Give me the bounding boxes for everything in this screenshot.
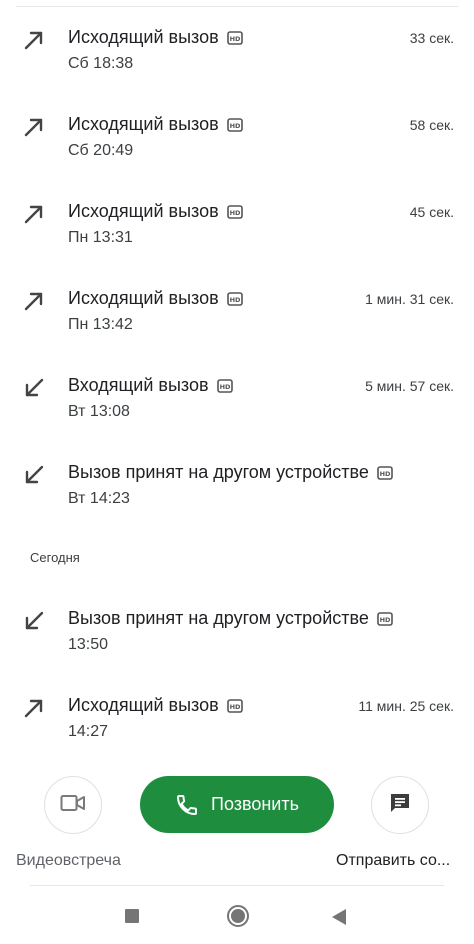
- call-title-row: Вызов принят на другом устройстве HD: [68, 608, 393, 629]
- call-title-row: Входящий вызов HD: [68, 375, 233, 396]
- hd-icon: HD: [226, 698, 243, 713]
- call-time: Пн 13:42: [68, 316, 133, 333]
- call-title: Входящий вызов: [68, 375, 209, 395]
- call-duration: 33 сек.: [409, 30, 454, 46]
- hd-icon: HD: [226, 117, 243, 132]
- call-item[interactable]: Исходящий вызов HD Пн 13:42 1 мин. 31 сек.: [0, 261, 474, 341]
- arrow-up-right-icon: [22, 202, 46, 226]
- call-title: Исходящий вызов: [68, 27, 219, 47]
- back-triangle-icon[interactable]: [332, 909, 346, 925]
- send-message-button[interactable]: [371, 776, 429, 834]
- arrow-up-right-icon: [22, 289, 46, 313]
- home-circle-icon[interactable]: [227, 905, 249, 927]
- call-button[interactable]: Позвонить: [140, 776, 334, 833]
- call-title: Вызов принят на другом устройстве: [68, 462, 369, 482]
- call-title-row: Исходящий вызов HD: [68, 288, 243, 309]
- video-call-button[interactable]: [44, 776, 102, 834]
- hd-icon: HD: [377, 611, 393, 626]
- call-title-row: Исходящий вызов HD: [68, 695, 243, 716]
- arrow-down-left-icon: [22, 376, 46, 400]
- call-title: Исходящий вызов: [68, 114, 219, 134]
- call-time: Сб 20:49: [68, 142, 134, 159]
- svg-text:HD: HD: [229, 703, 240, 711]
- recents-square-icon[interactable]: [125, 909, 139, 923]
- call-title-row: Исходящий вызов HD: [68, 201, 243, 222]
- phone-icon: [175, 793, 199, 817]
- call-time: 13:50: [68, 636, 109, 653]
- call-title-row: Вызов принят на другом устройстве HD: [68, 462, 393, 483]
- call-duration: 5 мин. 57 сек.: [365, 378, 454, 394]
- call-item[interactable]: Исходящий вызов HD Сб 20:49 58 сек.: [0, 87, 474, 167]
- call-time: Сб 18:38: [68, 55, 134, 72]
- call-duration: 11 мин. 25 сек.: [358, 698, 454, 714]
- hd-icon: HD: [216, 378, 233, 393]
- svg-text:HD: HD: [379, 616, 390, 624]
- call-time: 14:27: [68, 723, 109, 740]
- arrow-up-right-icon: [22, 28, 46, 52]
- call-title: Исходящий вызов: [68, 695, 219, 715]
- call-time: Вт 13:08: [68, 403, 130, 420]
- videocam-icon: [60, 794, 86, 817]
- arrow-up-right-icon: [22, 696, 46, 720]
- arrow-up-right-icon: [22, 115, 46, 139]
- call-item[interactable]: Исходящий вызов HD 14:27 11 мин. 25 сек.: [0, 668, 474, 748]
- hd-icon: HD: [226, 30, 243, 45]
- system-navigation-bar: [0, 890, 474, 944]
- arrow-down-left-icon: [22, 463, 46, 487]
- message-icon: [388, 791, 412, 820]
- hd-icon: HD: [377, 465, 393, 480]
- bottom-divider: [30, 885, 444, 886]
- call-button-label: Позвонить: [211, 794, 299, 814]
- call-time: Пн 13:31: [68, 229, 133, 246]
- svg-text:HD: HD: [219, 383, 230, 391]
- svg-text:HD: HD: [229, 296, 240, 304]
- video-call-label[interactable]: Видеовстреча: [16, 852, 121, 870]
- call-item[interactable]: Вызов принят на другом устройстве HD Вт 14…: [0, 435, 474, 515]
- svg-text:HD: HD: [229, 122, 240, 130]
- call-item[interactable]: Исходящий вызов HD Сб 18:38 33 сек.: [0, 0, 474, 80]
- call-time: Вт 14:23: [68, 490, 130, 507]
- call-item[interactable]: Исходящий вызов HD Пн 13:31 45 сек.: [0, 174, 474, 254]
- call-duration: 45 сек.: [409, 204, 454, 220]
- send-message-label[interactable]: Отправить со...: [336, 852, 466, 870]
- arrow-down-left-icon: [22, 609, 46, 633]
- call-duration: 1 мин. 31 сек.: [365, 291, 454, 307]
- svg-text:HD: HD: [379, 470, 390, 478]
- call-title: Исходящий вызов: [68, 201, 219, 221]
- section-header-today: Сегодня: [30, 550, 80, 565]
- call-item[interactable]: Входящий вызов HD Вт 13:08 5 мин. 57 сек.: [0, 348, 474, 428]
- call-title: Исходящий вызов: [68, 288, 219, 308]
- call-item[interactable]: Вызов принят на другом устройстве HD 13:50: [0, 581, 474, 661]
- call-duration: 58 сек.: [409, 117, 454, 133]
- hd-icon: HD: [226, 291, 243, 306]
- svg-text:HD: HD: [229, 209, 240, 217]
- call-title-row: Исходящий вызов HD: [68, 27, 243, 48]
- call-title-row: Исходящий вызов HD: [68, 114, 243, 135]
- svg-text:HD: HD: [229, 35, 240, 43]
- call-title: Вызов принят на другом устройстве: [68, 608, 369, 628]
- hd-icon: HD: [226, 204, 243, 219]
